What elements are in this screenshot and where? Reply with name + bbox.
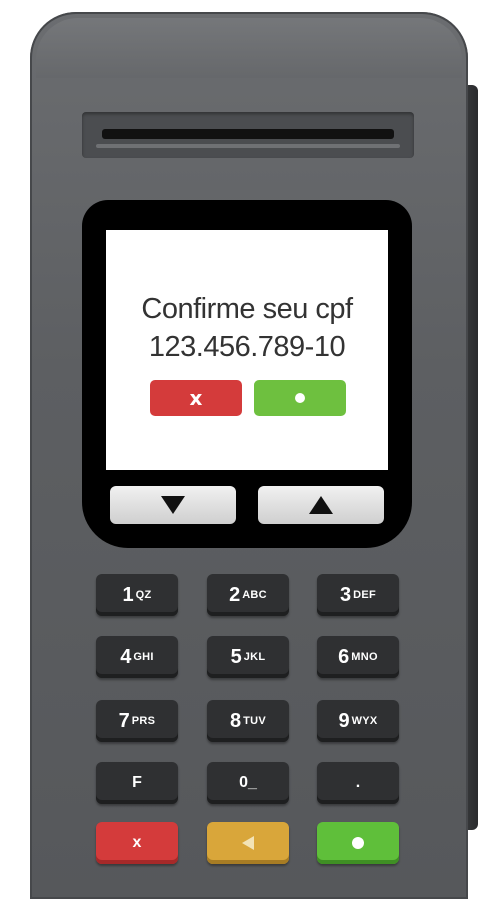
key-letters: ABC (242, 589, 267, 601)
key-number: 5 (230, 645, 242, 668)
key-2[interactable]: 2 ABC (207, 574, 289, 616)
triangle-left-icon (242, 836, 254, 850)
key-number: 1 (122, 583, 134, 606)
key-number: 9 (338, 709, 350, 732)
display-screen: Confirme seu cpf 123.456.789-10 x (106, 230, 388, 470)
cancel-key[interactable]: x (96, 822, 178, 864)
key-letters: GHI (133, 651, 154, 663)
triangle-down-icon (161, 496, 185, 514)
triangle-up-icon (309, 496, 333, 514)
key-number: 8 (229, 709, 242, 732)
prompt-text: Confirme seu cpf (141, 293, 353, 325)
key-9[interactable]: 9 WYX (317, 700, 399, 742)
dot-icon (295, 393, 305, 403)
key-8[interactable]: 8 TUV (207, 700, 289, 742)
key-number: 0_ (239, 774, 257, 791)
screen-bezel: Confirme seu cpf 123.456.789-10 x (82, 200, 412, 548)
scroll-down-button[interactable] (110, 486, 236, 524)
cpf-value: 123.456.789-10 (148, 331, 346, 363)
key-number: F (132, 774, 142, 791)
payment-terminal: Confirme seu cpf 123.456.789-10 x 1 QZ 2A… (30, 12, 468, 899)
key-f[interactable]: F (96, 762, 178, 804)
close-icon: x (189, 386, 203, 410)
key-letters: TUV (243, 715, 267, 727)
key-number: 2 (229, 583, 241, 606)
scroll-up-button[interactable] (258, 486, 384, 524)
key-4[interactable]: 4 GHI (96, 636, 178, 678)
key-number: 3 (339, 583, 352, 606)
key-letters: WYX (351, 715, 378, 727)
key-letters: MNO (351, 651, 378, 663)
key-7[interactable]: 7 PRS (96, 700, 178, 742)
key-number: 6 (338, 645, 350, 668)
screen-confirm-button[interactable] (254, 380, 346, 416)
enter-key[interactable] (317, 822, 399, 864)
key-letters: JKL (243, 651, 266, 663)
key-number: 7 (118, 709, 130, 732)
key-number: 4 (120, 645, 132, 668)
key-letters: PRS (131, 715, 156, 727)
key-0[interactable]: 0_ (207, 762, 289, 804)
key-6[interactable]: 6 MNO (317, 636, 399, 678)
card-slot[interactable] (82, 112, 414, 158)
key-dot[interactable]: . (317, 762, 399, 804)
card-slot-lip (96, 144, 400, 148)
close-icon: x (132, 834, 142, 851)
key-number: . (355, 774, 361, 791)
key-1[interactable]: 1 QZ (96, 574, 178, 616)
screen-cancel-button[interactable]: x (150, 380, 242, 416)
dot-icon (352, 837, 364, 849)
key-5[interactable]: 5 JKL (207, 636, 289, 678)
key-letters: QZ (135, 589, 152, 601)
backspace-key[interactable] (207, 822, 289, 864)
card-slot-opening (102, 129, 394, 139)
key-letters: DEF (353, 589, 377, 601)
key-3[interactable]: 3 DEF (317, 574, 399, 616)
